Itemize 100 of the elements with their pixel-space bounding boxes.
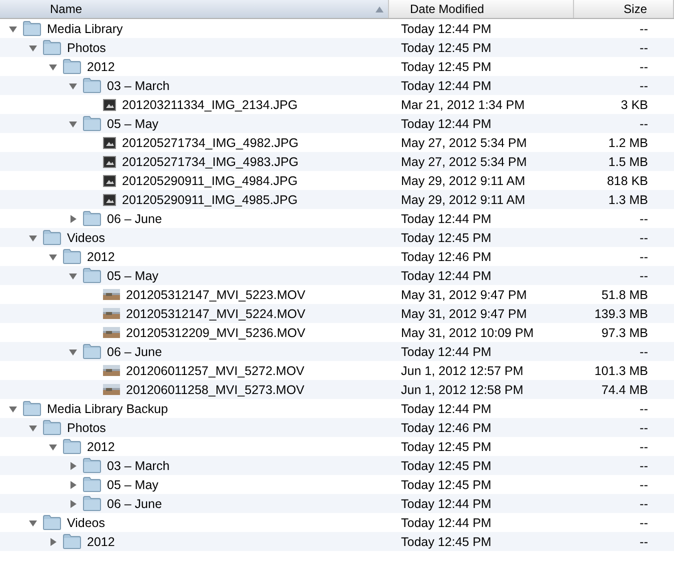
file-size: -- [640,534,648,548]
date-modified: May 27, 2012 5:34 PM [401,136,527,150]
folder-icon [23,401,41,416]
file-name: 2012 [87,440,115,454]
date-modified: Today 12:44 PM [401,344,492,358]
date-modified: Today 12:44 PM [401,116,492,130]
file-size: -- [640,402,648,416]
disclosure-triangle-icon[interactable] [48,536,58,546]
date-modified: May 29, 2012 9:11 AM [401,192,526,206]
disclosure-triangle-icon[interactable] [68,80,78,90]
folder-icon [63,59,81,74]
file-size: 1.3 MB [608,192,648,206]
disclosure-triangle-icon[interactable] [28,232,38,242]
date-modified: Today 12:44 PM [401,402,492,416]
disclosure-triangle-icon[interactable] [68,460,78,470]
image-file-icon [103,156,116,168]
file-name: 201205312147_MVI_5223.MOV [126,288,306,302]
video-thumbnail-icon [103,308,120,319]
file-size: 97.3 MB [601,326,648,340]
folder-icon [63,439,81,454]
file-name: Media Library Backup [47,402,168,416]
file-name: Photos [67,420,106,434]
file-size: -- [640,516,648,530]
file-size: -- [640,440,648,454]
file-name: 05 – May [107,116,158,130]
disclosure-triangle-icon[interactable] [68,214,78,224]
folder-icon [83,496,101,511]
file-name: 05 – May [107,478,158,492]
date-modified: Today 12:44 PM [401,22,492,36]
disclosure-triangle-icon[interactable] [28,518,38,528]
folder-icon [43,420,61,435]
file-size: -- [640,250,648,264]
file-name: 201205312209_MVI_5236.MOV [126,326,306,340]
file-size: -- [640,478,648,492]
disclosure-triangle-icon[interactable] [28,42,38,52]
file-size: 1.5 MB [608,154,648,168]
file-size: -- [640,40,648,54]
file-name: 2012 [87,60,115,74]
file-size: 139.3 MB [594,306,648,320]
column-header[interactable]: Name [0,0,389,18]
folder-icon [83,477,101,492]
disclosure-triangle-icon[interactable] [68,480,78,490]
folder-icon [43,40,61,55]
video-thumbnail-icon [103,365,120,376]
date-modified: Today 12:45 PM [401,478,492,492]
file-name: Videos [67,516,105,530]
disclosure-triangle-icon[interactable] [68,346,78,356]
folder-icon [63,534,81,549]
folder-icon [43,515,61,530]
date-modified: May 31, 2012 10:09 PM [401,326,534,340]
date-modified: Today 12:45 PM [401,458,492,472]
folder-icon [23,21,41,36]
date-modified: Mar 21, 2012 1:34 PM [401,98,525,112]
file-size: -- [640,116,648,130]
date-modified: Today 12:45 PM [401,534,492,548]
file-size: 51.8 MB [601,288,648,302]
folder-icon [83,344,101,359]
disclosure-triangle-icon[interactable] [68,118,78,128]
file-size: 74.4 MB [601,382,648,396]
date-modified: Today 12:44 PM [401,78,492,92]
image-file-icon [103,194,116,206]
file-size: -- [640,458,648,472]
date-modified: Today 12:44 PM [401,516,492,530]
file-name: 201205271734_IMG_4982.JPG [122,136,299,150]
file-name: 201206011257_MVI_5272.MOV [126,364,304,378]
column-header[interactable]: Size [574,0,674,18]
disclosure-triangle-icon[interactable] [28,422,38,432]
date-modified: Today 12:46 PM [401,420,492,434]
column-header[interactable]: Date Modified [389,0,574,18]
file-name: 201205290911_IMG_4984.JPG [122,174,298,188]
file-name: 201205290911_IMG_4985.JPG [122,192,298,206]
folder-icon [83,116,101,131]
disclosure-triangle-icon[interactable] [48,252,58,262]
disclosure-triangle-icon[interactable] [48,62,58,72]
file-name: 201205271734_IMG_4983.JPG [122,154,299,168]
file-size: 3 KB [620,98,648,112]
folder-icon [83,78,101,93]
file-size: -- [640,268,648,282]
file-size: -- [640,230,648,244]
file-size: 818 KB [606,174,648,188]
file-size: -- [640,496,648,510]
disclosure-triangle-icon[interactable] [8,404,18,414]
file-name: Media Library [47,22,123,36]
disclosure-triangle-icon[interactable] [68,498,78,508]
file-size: -- [640,420,648,434]
date-modified: Today 12:46 PM [401,250,492,264]
image-file-icon [103,174,116,186]
file-name: 201205312147_MVI_5224.MOV [126,306,306,320]
file-size: -- [640,22,648,36]
file-name: Videos [67,230,105,244]
disclosure-triangle-icon[interactable] [8,24,18,34]
file-name: 06 – June [107,496,162,510]
date-modified: Today 12:44 PM [401,496,492,510]
disclosure-triangle-icon[interactable] [48,442,58,452]
folder-icon [43,230,61,245]
folder-icon [83,458,101,473]
disclosure-triangle-icon[interactable] [68,270,78,280]
date-modified: Jun 1, 2012 12:58 PM [401,382,524,396]
date-modified: Today 12:44 PM [401,268,492,282]
date-modified: Today 12:45 PM [401,230,492,244]
